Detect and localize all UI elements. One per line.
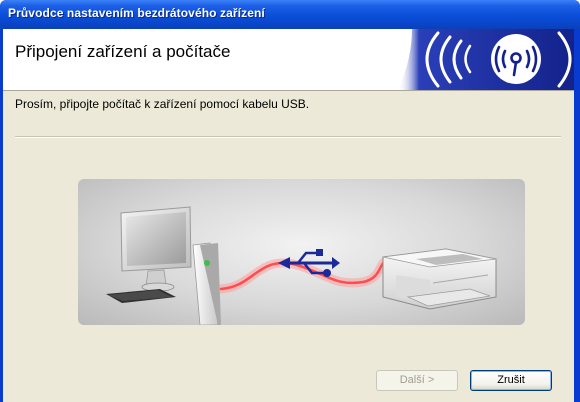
- page-title: Připojení zařízení a počítače: [15, 42, 231, 61]
- title-bar[interactable]: Průvodce nastavením bezdrátového zařízen…: [0, 0, 580, 29]
- wizard-body: Připojení zařízení a počítače Prosím, př…: [3, 29, 574, 402]
- wireless-signal-icon: [398, 29, 574, 90]
- separator: [15, 136, 561, 138]
- desktop-computer-icon: [106, 206, 221, 325]
- next-button[interactable]: Další >: [376, 370, 458, 391]
- usb-connection-illustration: [78, 179, 525, 325]
- wizard-window: Průvodce nastavením bezdrátového zařízen…: [0, 0, 580, 402]
- wizard-header: Připojení zařízení a počítače: [3, 29, 574, 91]
- instruction-text: Prosím, připojte počítač k zařízení pomo…: [15, 97, 310, 111]
- cancel-button[interactable]: Zrušit: [470, 370, 552, 391]
- printer-icon: [382, 248, 497, 310]
- window-title: Průvodce nastavením bezdrátového zařízen…: [8, 6, 265, 20]
- illustration-graphic: [106, 206, 497, 325]
